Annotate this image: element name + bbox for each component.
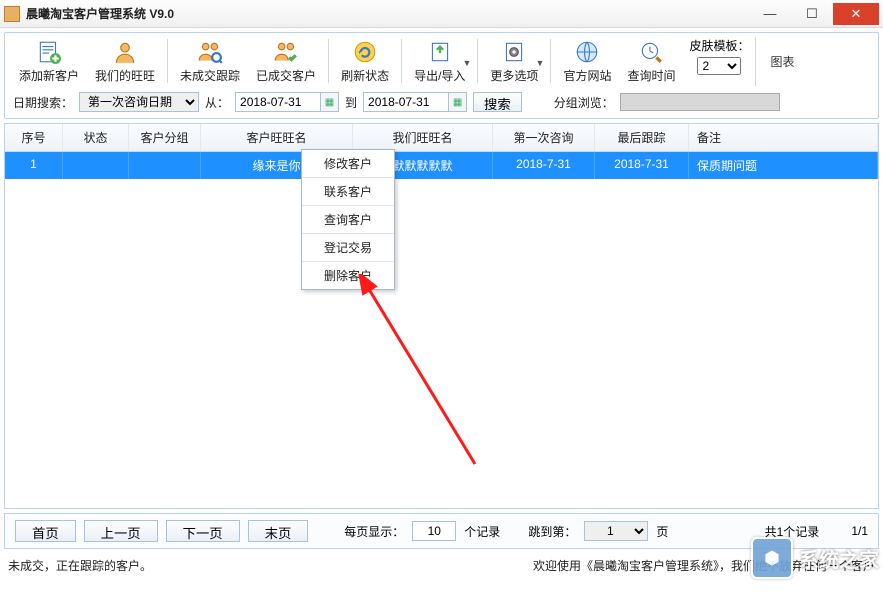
pager: 首页 上一页 下一页 末页 每页显示： 个记录 跳到第： 1 页 共1个记录 1… [4, 513, 879, 549]
cell-note: 保质期问题 [689, 152, 878, 179]
cell-last: 2018-7-31 [595, 152, 689, 179]
col-last[interactable]: 最后跟踪 [595, 124, 689, 151]
status-left: 未成交，正在跟踪的客户。 [8, 557, 152, 574]
page-position: 1/1 [851, 524, 868, 538]
my-wangwang-button[interactable]: 我们的旺旺 [87, 37, 163, 86]
menu-query-customer[interactable]: 查询客户 [302, 206, 394, 234]
table-row[interactable]: 1 缘来是你 默默默默默 2018-7-31 2018-7-31 保质期问题 [5, 152, 878, 179]
col-status[interactable]: 状态 [63, 124, 129, 151]
menu-delete-customer[interactable]: 删除客户 [302, 262, 394, 289]
per-page-input[interactable] [412, 521, 456, 541]
col-first[interactable]: 第一次咨询 [493, 124, 595, 151]
dropdown-icon: ▼ [463, 58, 472, 68]
globe-icon [573, 39, 601, 65]
separator [328, 39, 329, 83]
table-header: 序号 状态 客户分组 客户旺旺名 我们旺旺名 第一次咨询 最后跟踪 备注 [5, 124, 878, 152]
menu-register-trade[interactable]: 登记交易 [302, 234, 394, 262]
calendar-icon[interactable]: ▦ [449, 92, 467, 112]
more-options-button[interactable]: 更多选项 ▼ [482, 37, 546, 86]
add-customer-icon [35, 39, 63, 65]
customer-table: 序号 状态 客户分组 客户旺旺名 我们旺旺名 第一次咨询 最后跟踪 备注 1 缘… [4, 123, 879, 509]
menu-contact-customer[interactable]: 联系客户 [302, 178, 394, 206]
maximize-button[interactable]: ☐ [791, 3, 833, 25]
search-button[interactable]: 搜索 [473, 92, 522, 112]
separator [167, 39, 168, 83]
close-button[interactable]: ✕ [833, 3, 879, 25]
export-import-button[interactable]: 导出/导入 ▼ [406, 37, 473, 86]
person-icon [111, 39, 139, 65]
jump-select[interactable]: 1 [584, 521, 648, 541]
to-label: 到 [345, 94, 357, 111]
watermark-logo-icon: ⬢ [751, 537, 793, 579]
records-label: 个记录 [464, 523, 500, 540]
skin-select[interactable]: 2 [697, 57, 741, 75]
date-search-label: 日期搜索： [13, 94, 73, 111]
skin-selector: 皮肤模板： 2 [689, 37, 749, 75]
col-seq[interactable]: 序号 [5, 124, 63, 151]
first-page-button[interactable]: 首页 [15, 520, 76, 542]
cell-seq: 1 [5, 152, 63, 179]
next-page-button[interactable]: 下一页 [166, 520, 240, 542]
official-site-button[interactable]: 官方网站 [555, 37, 619, 86]
calendar-icon[interactable]: ▦ [321, 92, 339, 112]
from-label: 从： [205, 94, 229, 111]
col-group[interactable]: 客户分组 [129, 124, 201, 151]
people-track-icon [196, 39, 224, 65]
chart-button[interactable]: 图表 [755, 37, 808, 86]
from-date-input[interactable] [235, 92, 321, 112]
to-date-input[interactable] [363, 92, 449, 112]
group-browse-field[interactable] [620, 93, 780, 111]
query-time-button[interactable]: 查询时间 [619, 37, 683, 86]
refresh-icon [351, 39, 379, 65]
refresh-button[interactable]: 刷新状态 [333, 37, 397, 86]
separator [550, 39, 551, 83]
jump-label: 跳到第： [528, 523, 576, 540]
gear-icon [500, 39, 528, 65]
watermark: ⬢ 系统之家 [751, 537, 879, 579]
minimize-button[interactable]: — [749, 3, 791, 25]
page-unit-label: 页 [656, 523, 668, 540]
window-title: 晨曦淘宝客户管理系统 V9.0 [26, 5, 749, 22]
last-page-button[interactable]: 末页 [248, 520, 309, 542]
search-bar: 日期搜索： 第一次咨询日期 从： ▦ 到 ▦ 搜索 分组浏览： [5, 88, 878, 118]
col-note[interactable]: 备注 [689, 124, 878, 151]
group-browse-label: 分组浏览： [554, 94, 614, 111]
export-import-icon [426, 39, 454, 65]
cell-group [129, 152, 201, 179]
col-cust-ww[interactable]: 客户旺旺名 [201, 124, 353, 151]
separator [401, 39, 402, 83]
main-toolbar: 添加新客户 我们的旺旺 未成交跟踪 已成交客户 刷新状态 导出/导入 ▼ [5, 33, 878, 88]
menu-edit-customer[interactable]: 修改客户 [302, 150, 394, 178]
separator [477, 39, 478, 83]
app-icon [4, 6, 20, 22]
cell-first: 2018-7-31 [493, 152, 595, 179]
cell-status [63, 152, 129, 179]
context-menu: 修改客户 联系客户 查询客户 登记交易 删除客户 [301, 149, 395, 290]
not-traded-button[interactable]: 未成交跟踪 [172, 37, 248, 86]
col-our-ww[interactable]: 我们旺旺名 [353, 124, 493, 151]
prev-page-button[interactable]: 上一页 [84, 520, 158, 542]
dropdown-icon: ▼ [536, 58, 545, 68]
window-titlebar: 晨曦淘宝客户管理系统 V9.0 — ☐ ✕ [0, 0, 883, 28]
people-check-icon [272, 39, 300, 65]
traded-customer-button[interactable]: 已成交客户 [248, 37, 324, 86]
watermark-text: 系统之家 [799, 544, 879, 573]
clock-search-icon [637, 39, 665, 65]
date-type-select[interactable]: 第一次咨询日期 [79, 92, 199, 112]
add-customer-button[interactable]: 添加新客户 [11, 37, 87, 86]
per-page-label: 每页显示： [344, 523, 404, 540]
annotation-arrow [355, 274, 485, 474]
